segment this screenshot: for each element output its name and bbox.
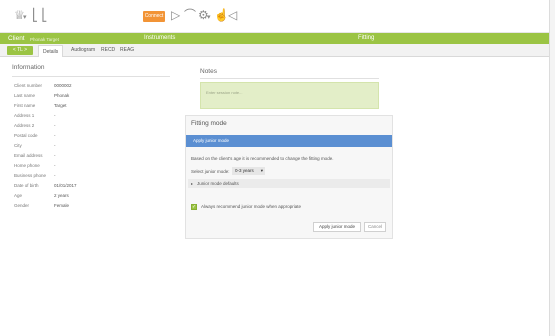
info-row: Client number 0000002 xyxy=(14,81,164,90)
tab-recd[interactable]: RECD xyxy=(101,46,115,55)
connect-button[interactable]: Connect xyxy=(143,11,165,22)
info-label: Address 1 xyxy=(14,113,35,118)
always-recommend-checkbox[interactable]: ✓ xyxy=(191,204,197,210)
notes-divider xyxy=(200,78,379,79)
chevron-down-icon[interactable]: ▾ xyxy=(23,10,27,26)
info-value[interactable]: 2 years xyxy=(54,191,69,200)
info-row: Last name Phonak xyxy=(14,91,164,100)
info-row: Postal code - xyxy=(14,131,164,140)
cancel-button[interactable]: Cancel xyxy=(364,222,386,232)
information-heading: Information xyxy=(12,64,45,71)
info-value[interactable]: - xyxy=(54,151,56,160)
fitting-mode-description: Based on the client's age it is recommen… xyxy=(191,156,334,161)
info-value[interactable]: - xyxy=(54,121,56,130)
top-toolbar: ♕ ▾ ⎣ ⎣ Connect ▷ ⌒ ⚙ ▾ ☝ ◁ xyxy=(0,0,555,33)
info-label: Address 2 xyxy=(14,123,35,128)
info-label: Gender xyxy=(14,203,30,208)
info-value[interactable]: - xyxy=(54,141,56,150)
info-row: Gender Female xyxy=(14,201,164,210)
info-label: Home phone xyxy=(14,163,40,168)
info-value[interactable]: 01/01/2017 xyxy=(54,181,77,190)
info-label: Email address xyxy=(14,153,43,158)
session-notes-input[interactable]: Enter session note... xyxy=(200,82,379,109)
fitting-tab[interactable]: Fitting xyxy=(358,34,374,43)
hand-icon[interactable]: ☝ xyxy=(214,7,229,23)
info-value[interactable]: - xyxy=(54,161,56,170)
notes-placeholder: Enter session note... xyxy=(206,90,243,95)
info-row: Business phone - xyxy=(14,171,164,180)
fitting-mode-title: Fitting mode xyxy=(191,120,227,127)
info-label: Date of birth xyxy=(14,183,39,188)
client-name: Phonak Target xyxy=(30,37,59,42)
info-row: Home phone - xyxy=(14,161,164,170)
junior-mode-defaults-label: Junior mode defaults xyxy=(197,181,239,186)
junior-mode-select[interactable]: 0-3 years ▾ xyxy=(232,167,265,175)
notes-heading: Notes xyxy=(200,68,217,75)
info-value[interactable]: Female xyxy=(54,201,69,210)
junior-mode-defaults-expander[interactable]: ▸ Junior mode defaults xyxy=(188,179,390,188)
chevron-right-icon: ▸ xyxy=(191,181,194,186)
info-label: Business phone xyxy=(14,173,47,178)
chevron-down-icon[interactable]: ▾ xyxy=(207,10,211,26)
info-label: Client number xyxy=(14,83,43,88)
info-row: Age 2 years xyxy=(14,191,164,200)
tab-placeholder-icon: ⎣ ⎣ xyxy=(32,8,48,22)
info-label: First name xyxy=(14,103,36,108)
info-label: Postal code xyxy=(14,133,38,138)
window-frame-right xyxy=(549,0,555,336)
info-value[interactable]: 0000002 xyxy=(54,81,72,90)
info-value[interactable]: - xyxy=(54,171,56,180)
junior-mode-select-value: 0-3 years xyxy=(235,168,254,173)
fitting-mode-panel: Fitting mode Apply junior mode Based on … xyxy=(185,115,393,239)
info-value[interactable]: - xyxy=(54,111,56,120)
info-value[interactable]: Phonak xyxy=(54,91,69,100)
apply-junior-mode-header[interactable]: Apply junior mode xyxy=(186,135,392,147)
tab-details[interactable]: Details xyxy=(38,45,64,57)
ribbon-bar: Client Phonak Target Instruments Fitting xyxy=(0,33,555,44)
info-row: Date of birth 01/01/2017 xyxy=(14,181,164,190)
info-label: Last name xyxy=(14,93,36,98)
client-subtabs: < TL > Details Audiogram RECD REAG xyxy=(0,44,555,57)
instruments-tab[interactable]: Instruments xyxy=(144,34,175,43)
info-row: Email address - xyxy=(14,151,164,160)
tab-reag[interactable]: REAG xyxy=(120,46,134,55)
chevron-down-icon: ▾ xyxy=(260,168,263,173)
info-row: Address 1 - xyxy=(14,111,164,120)
info-label: Age xyxy=(14,193,23,198)
apply-junior-mode-header-label: Apply junior mode xyxy=(193,138,230,143)
navigation-button[interactable]: < TL > xyxy=(7,46,33,55)
tab-audiogram[interactable]: Audiogram xyxy=(71,46,95,55)
apply-junior-mode-button[interactable]: Apply junior mode xyxy=(313,222,361,232)
info-value[interactable]: Target xyxy=(54,101,67,110)
info-value[interactable]: - xyxy=(54,131,56,140)
always-recommend-label[interactable]: Always recommend junior mode when approp… xyxy=(201,203,301,211)
info-row: City - xyxy=(14,141,164,150)
information-divider xyxy=(12,76,170,77)
info-label: City xyxy=(14,143,22,148)
hand-icon[interactable]: ⌒ xyxy=(184,7,196,23)
info-row: First name Target xyxy=(14,101,164,110)
play-icon[interactable]: ▷ xyxy=(171,7,180,23)
client-label[interactable]: Client xyxy=(8,34,25,43)
speaker-icon[interactable]: ◁ xyxy=(228,7,237,23)
junior-mode-select-label: Select junior mode: xyxy=(191,169,230,174)
info-row: Address 2 - xyxy=(14,121,164,130)
